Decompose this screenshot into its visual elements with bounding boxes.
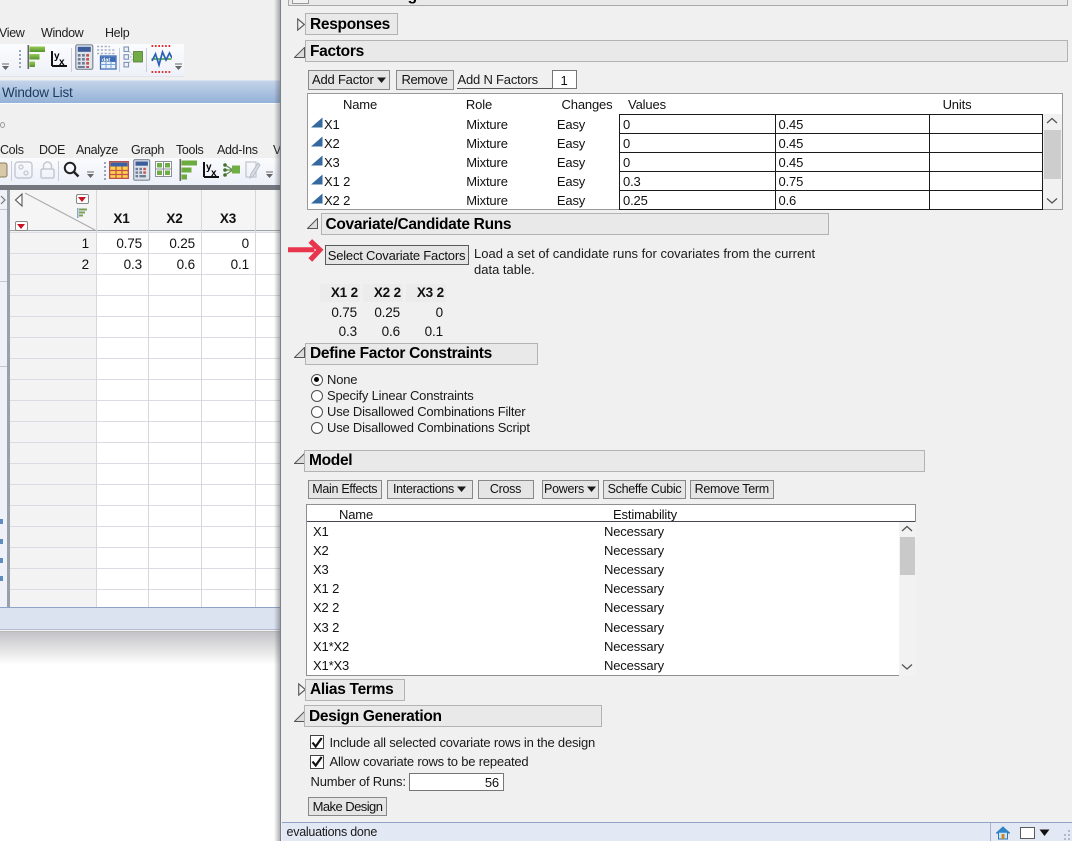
svg-text:dat: dat xyxy=(102,57,110,63)
svg-text:x: x xyxy=(211,168,217,179)
svg-text:x: x xyxy=(59,57,65,68)
